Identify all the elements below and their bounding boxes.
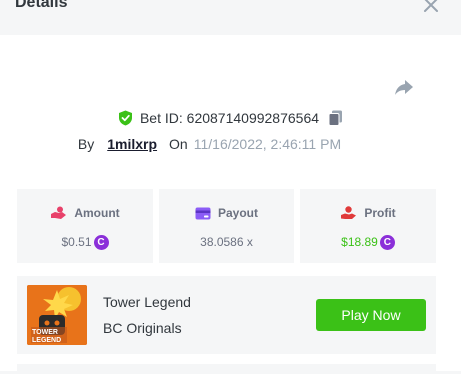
close-icon — [424, 0, 438, 12]
bet-meta-row: By 1milxrp On 11/16/2022, 2:46:11 PM — [0, 134, 461, 154]
amount-value: $0.51 — [61, 235, 92, 249]
payout-label: Payout — [217, 206, 258, 220]
game-name[interactable]: Tower Legend — [103, 294, 191, 310]
game-row: TOWER LEGEND Tower Legend BC Originals P… — [17, 276, 436, 354]
copy-icon[interactable] — [328, 110, 343, 126]
game-provider: BC Originals — [103, 320, 182, 336]
next-section-strip — [17, 364, 436, 374]
hand-coin-icon — [341, 206, 357, 219]
bet-datetime: 11/16/2022, 2:46:11 PM — [193, 136, 342, 152]
modal-title: Details — [15, 0, 68, 11]
game-thumbnail[interactable]: TOWER LEGEND — [27, 285, 87, 345]
by-label: By — [77, 136, 95, 152]
bet-id: Bet ID: 62087140992876564 — [139, 110, 320, 126]
profit-card: Profit $18.89 C — [300, 189, 436, 263]
coin-icon: C — [379, 234, 395, 250]
verified-shield-icon — [118, 110, 132, 126]
username-link[interactable]: 1milxrp — [107, 136, 157, 152]
payout-value: 38.0586 x — [200, 235, 253, 249]
amount-card: Amount $0.51 C — [17, 189, 153, 263]
close-button[interactable] — [420, 0, 442, 16]
tower-legend-logo-icon: TOWER LEGEND — [27, 285, 87, 345]
modal-header: Details — [0, 0, 461, 35]
card-icon — [195, 207, 211, 219]
bet-id-row: Bet ID: 62087140992876564 — [0, 108, 461, 128]
profit-value: $18.89 — [341, 235, 378, 249]
coin-icon: C — [93, 234, 109, 250]
thumb-text-line1: TOWER — [32, 329, 58, 336]
money-hand-icon — [51, 206, 67, 219]
share-button[interactable] — [393, 76, 415, 98]
payout-card: Payout 38.0586 x — [159, 189, 294, 263]
play-now-button[interactable]: Play Now — [316, 299, 426, 331]
share-icon — [395, 80, 413, 95]
amount-label: Amount — [74, 206, 120, 220]
profit-label: Profit — [364, 206, 396, 220]
thumb-text-line2: LEGEND — [32, 337, 61, 344]
on-label: On — [169, 136, 188, 152]
